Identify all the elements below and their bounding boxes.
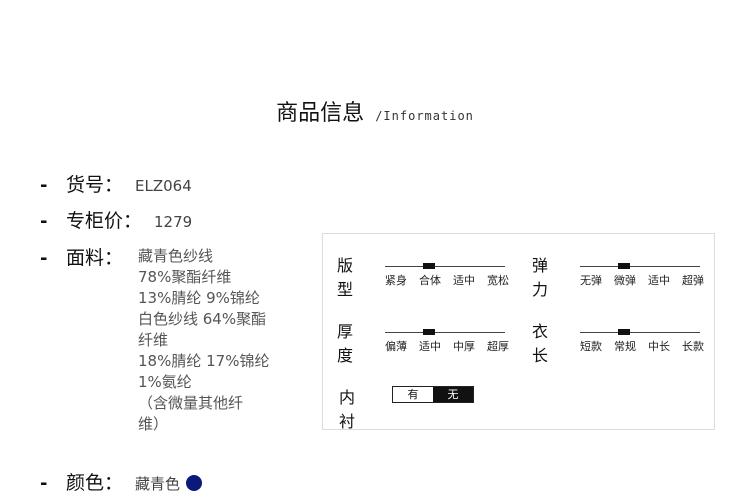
spec-fit-options: 紧身 合体 适中 宽松 xyxy=(385,272,509,288)
spec-length-name: 衣长 xyxy=(532,322,549,365)
lining-option-no: 无 xyxy=(433,387,473,402)
spec-option: 常规 xyxy=(614,340,636,353)
material-line: 78%聚酯纤维 xyxy=(138,268,232,286)
spec-option: 微弹 xyxy=(614,274,636,287)
material-line: 纤维 xyxy=(138,331,169,349)
spec-fit-marker xyxy=(423,263,435,269)
spec-length-track xyxy=(580,329,700,335)
material-line: 1%氨纶 xyxy=(138,373,192,391)
spec-option: 短款 xyxy=(580,340,602,353)
spec-option: 超厚 xyxy=(487,340,509,353)
spec-option: 超弹 xyxy=(682,274,704,287)
spec-option: 无弹 xyxy=(580,274,602,287)
material-line: 白色纱线 64%聚酯 xyxy=(138,310,267,328)
material-field: - 面料： xyxy=(40,243,123,270)
spec-length-marker xyxy=(618,329,630,335)
spec-elasticity-track xyxy=(580,263,700,269)
spec-panel: 版型 紧身 合体 适中 宽松 弹力 无弹 微弹 适中 超弹 厚度 偏薄 适中 中… xyxy=(322,233,715,431)
spec-elasticity-marker xyxy=(618,263,630,269)
spec-length-options: 短款 常规 中长 长款 xyxy=(580,338,704,354)
material-line: 18%腈纶 17%锦纶 xyxy=(138,352,270,370)
spec-option: 偏薄 xyxy=(385,340,407,353)
spec-elasticity-name: 弹力 xyxy=(532,256,549,299)
spec-option: 适中 xyxy=(453,274,475,287)
color-field: - 颜色： 藏青色 xyxy=(40,468,203,495)
material-line: （含微量其他纤 xyxy=(138,394,244,412)
material-line: 藏青色纱线 xyxy=(138,247,214,265)
spec-option: 中厚 xyxy=(453,340,475,353)
bullet-dash: - xyxy=(40,175,48,196)
sku-field: - 货号： ELZ064 xyxy=(40,170,192,197)
sku-value: ELZ064 xyxy=(135,177,192,195)
spec-option: 适中 xyxy=(648,274,670,287)
price-field: - 专柜价： 1279 xyxy=(40,206,192,233)
spec-option: 紧身 xyxy=(385,274,407,287)
lining-option-yes: 有 xyxy=(393,387,433,402)
material-line: 13%腈纶 9%锦纶 xyxy=(138,289,260,307)
color-swatch xyxy=(186,475,203,491)
spec-option: 宽松 xyxy=(487,274,509,287)
spec-thickness-options: 偏薄 适中 中厚 超厚 xyxy=(385,338,509,354)
spec-lining-name: 内衬 xyxy=(339,388,356,431)
section-title: 商品信息 /Information xyxy=(0,95,750,127)
material-composition: 藏青色纱线 78%聚酯纤维 13%腈纶 9%锦纶 白色纱线 64%聚酯 纤维 1… xyxy=(138,246,288,435)
lining-toggle: 有 无 xyxy=(392,386,474,403)
spec-option: 长款 xyxy=(682,340,704,353)
spec-fit-track xyxy=(385,263,505,269)
sku-label: 货号： xyxy=(66,174,124,196)
spec-option: 适中 xyxy=(419,340,441,353)
price-value: 1279 xyxy=(154,213,193,231)
color-value: 藏青色 xyxy=(135,475,181,493)
spec-thickness-track xyxy=(385,329,505,335)
spec-option: 合体 xyxy=(419,274,441,287)
spec-fit-name: 版型 xyxy=(337,256,354,299)
material-label: 面料： xyxy=(66,247,124,269)
spec-thickness-name: 厚度 xyxy=(337,322,354,365)
bullet-dash: - xyxy=(40,473,48,494)
title-subtitle: /Information xyxy=(375,109,474,123)
spec-elasticity-options: 无弹 微弹 适中 超弹 xyxy=(580,272,704,288)
bullet-dash: - xyxy=(40,248,48,269)
color-label: 颜色： xyxy=(66,472,124,494)
title-main: 商品信息 xyxy=(276,101,365,126)
price-label: 专柜价： xyxy=(66,210,143,232)
spec-option: 中长 xyxy=(648,340,670,353)
bullet-dash: - xyxy=(40,211,48,232)
spec-thickness-marker xyxy=(423,329,435,335)
material-line: 维） xyxy=(138,415,169,433)
